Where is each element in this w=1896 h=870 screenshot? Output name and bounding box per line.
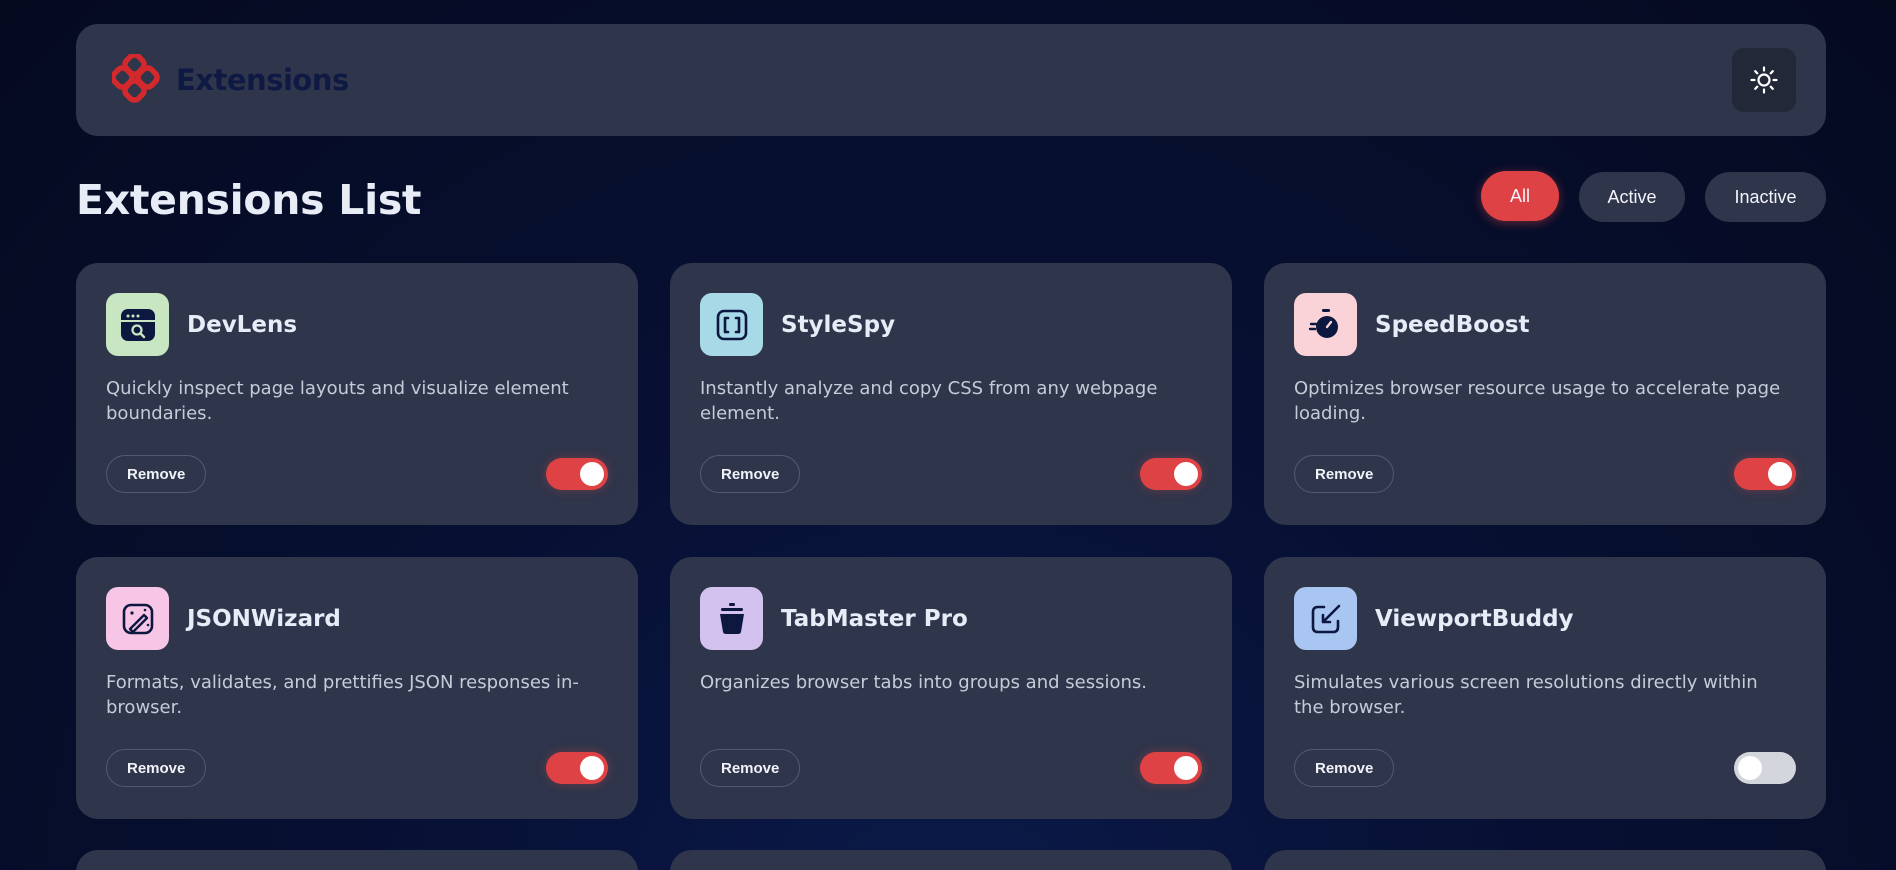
filter-all[interactable]: All xyxy=(1481,171,1559,221)
toggle-knob xyxy=(580,462,604,486)
theme-toggle-button[interactable] xyxy=(1732,48,1796,112)
extension-card-partial xyxy=(76,850,638,870)
extension-description: Formats, validates, and prettifies JSON … xyxy=(106,672,579,718)
extension-name: DevLens xyxy=(187,311,298,338)
extension-description: Simulates various screen resolutions dir… xyxy=(1294,672,1758,718)
extension-card-jsonwizard: JSONWizard Formats, validates, and prett… xyxy=(76,557,638,819)
filter-inactive[interactable]: Inactive xyxy=(1705,172,1826,222)
active-toggle[interactable] xyxy=(1734,458,1796,490)
extension-description: Quickly inspect page layouts and visuali… xyxy=(106,378,569,424)
jsonwizard-icon xyxy=(106,587,169,650)
toggle-knob xyxy=(1174,756,1198,780)
active-toggle[interactable] xyxy=(1734,752,1796,784)
toggle-knob xyxy=(1768,462,1792,486)
remove-button[interactable]: Remove xyxy=(106,455,207,493)
brand-name: Extensions xyxy=(176,63,349,97)
page: Extensions Extensions List All Active In… xyxy=(0,0,1896,870)
filter-tabs: All Active Inactive xyxy=(1481,171,1826,222)
extension-card-partial xyxy=(1264,850,1826,870)
app-header: Extensions xyxy=(76,24,1826,136)
active-toggle[interactable] xyxy=(546,458,608,490)
extension-description: Optimizes browser resource usage to acce… xyxy=(1294,378,1781,424)
extension-description: Instantly analyze and copy CSS from any … xyxy=(700,378,1158,424)
stylespy-icon xyxy=(700,293,763,356)
extension-card-partial xyxy=(670,850,1232,870)
extension-name: TabMaster Pro xyxy=(781,605,968,632)
extension-description: Organizes browser tabs into groups and s… xyxy=(700,672,1147,693)
sun-icon xyxy=(1750,66,1778,94)
filter-active[interactable]: Active xyxy=(1579,172,1685,222)
devlens-icon xyxy=(106,293,169,356)
tabmaster-icon xyxy=(700,587,763,650)
remove-button[interactable]: Remove xyxy=(1294,749,1395,787)
extensions-logo xyxy=(112,54,160,103)
toggle-knob xyxy=(580,756,604,780)
extension-name: SpeedBoost xyxy=(1375,311,1530,338)
extension-card-speedboost: SpeedBoost Optimizes browser resource us… xyxy=(1264,263,1826,525)
remove-button[interactable]: Remove xyxy=(700,749,801,787)
viewportbuddy-icon xyxy=(1294,587,1357,650)
remove-button[interactable]: Remove xyxy=(106,749,207,787)
extension-name: ViewportBuddy xyxy=(1375,605,1574,632)
active-toggle[interactable] xyxy=(1140,752,1202,784)
extension-card-tabmaster-pro: TabMaster Pro Organizes browser tabs int… xyxy=(670,557,1232,819)
remove-button[interactable]: Remove xyxy=(1294,455,1395,493)
speedboost-icon xyxy=(1294,293,1357,356)
extension-card-viewportbuddy: ViewportBuddy Simulates various screen r… xyxy=(1264,557,1826,819)
toggle-knob xyxy=(1174,462,1198,486)
brand: Extensions xyxy=(112,54,349,106)
toggle-knob xyxy=(1738,756,1762,780)
active-toggle[interactable] xyxy=(546,752,608,784)
extension-name: StyleSpy xyxy=(781,311,896,338)
extension-name: JSONWizard xyxy=(187,605,341,632)
active-toggle[interactable] xyxy=(1140,458,1202,490)
page-title: Extensions List xyxy=(76,176,422,224)
extension-card-stylespy: StyleSpy Instantly analyze and copy CSS … xyxy=(670,263,1232,525)
remove-button[interactable]: Remove xyxy=(700,455,801,493)
extension-card-devlens: DevLens Quickly inspect page layouts and… xyxy=(76,263,638,525)
